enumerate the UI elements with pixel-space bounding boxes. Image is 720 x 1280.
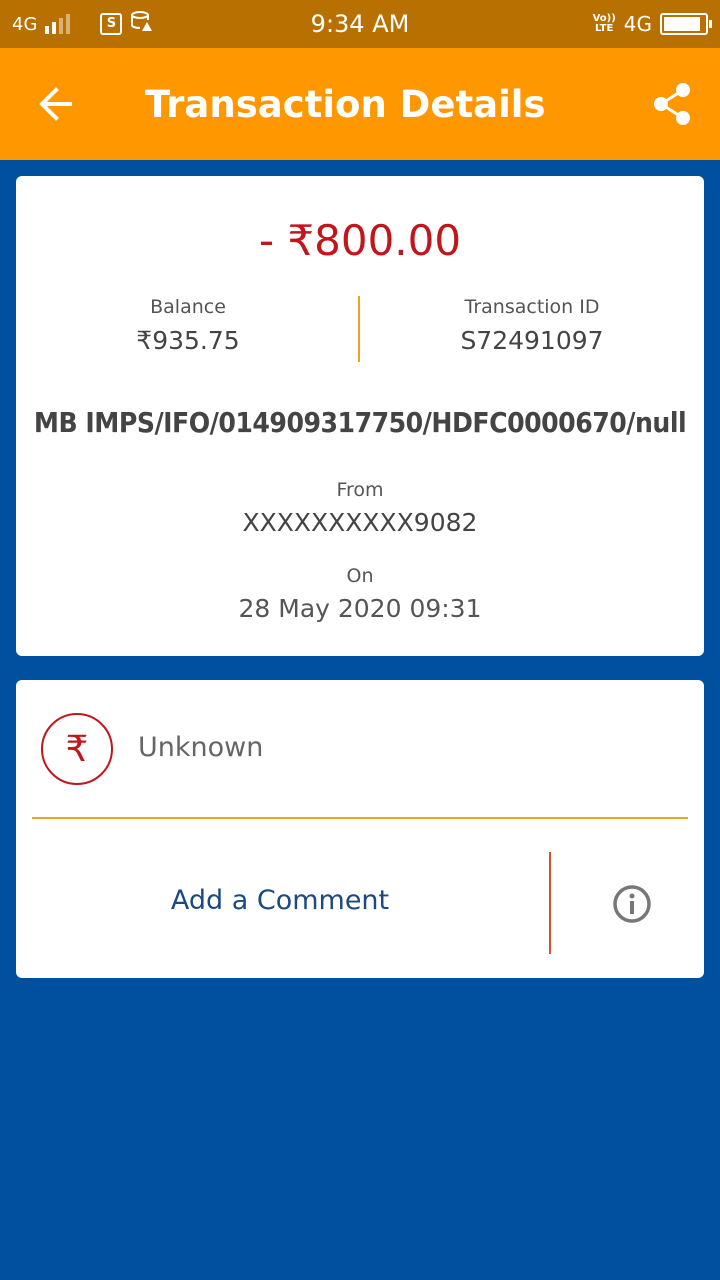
column-divider: [358, 296, 360, 362]
balance-block: Balance ₹935.75: [38, 296, 338, 355]
action-divider: [549, 852, 551, 954]
back-arrow-icon[interactable]: [36, 84, 76, 124]
transaction-amount: - ₹800.00: [258, 216, 462, 265]
network-type-right: 4G: [623, 12, 652, 36]
transaction-id-value: S72491097: [460, 326, 604, 355]
from-label: From: [336, 479, 384, 501]
transaction-card: - ₹800.00 Balance ₹935.75 Transaction ID…: [16, 176, 704, 656]
info-icon[interactable]: [612, 884, 652, 924]
volte-bottom: LTE: [594, 23, 614, 34]
app-bar: Transaction Details: [0, 48, 720, 160]
rupee-icon[interactable]: ₹: [41, 713, 113, 785]
add-comment-button[interactable]: Add a Comment: [16, 885, 544, 916]
status-bar: 4G S 9:34 AM Vo)) LTE 4G: [0, 0, 720, 48]
balance-label: Balance: [150, 296, 226, 318]
transaction-id-label: Transaction ID: [464, 296, 600, 318]
section-divider: [32, 817, 688, 819]
category-label[interactable]: Unknown: [138, 732, 263, 763]
share-icon[interactable]: [652, 82, 692, 126]
from-account: XXXXXXXXXX9082: [242, 508, 478, 537]
transaction-id-block: Transaction ID S72491097: [382, 296, 682, 355]
date-label: On: [346, 565, 374, 587]
battery-icon: [660, 13, 712, 35]
page-title: Transaction Details: [145, 82, 546, 126]
status-right: Vo)) LTE 4G: [593, 0, 712, 48]
transaction-date: 28 May 2020 09:31: [238, 594, 482, 623]
volte-icon: Vo)) LTE: [593, 14, 616, 34]
category-card: ₹ Unknown Add a Comment: [16, 680, 704, 978]
balance-value: ₹935.75: [136, 326, 240, 355]
transaction-description: MB IMPS/IFO/014909317750/HDFC0000670/nul…: [33, 406, 687, 439]
